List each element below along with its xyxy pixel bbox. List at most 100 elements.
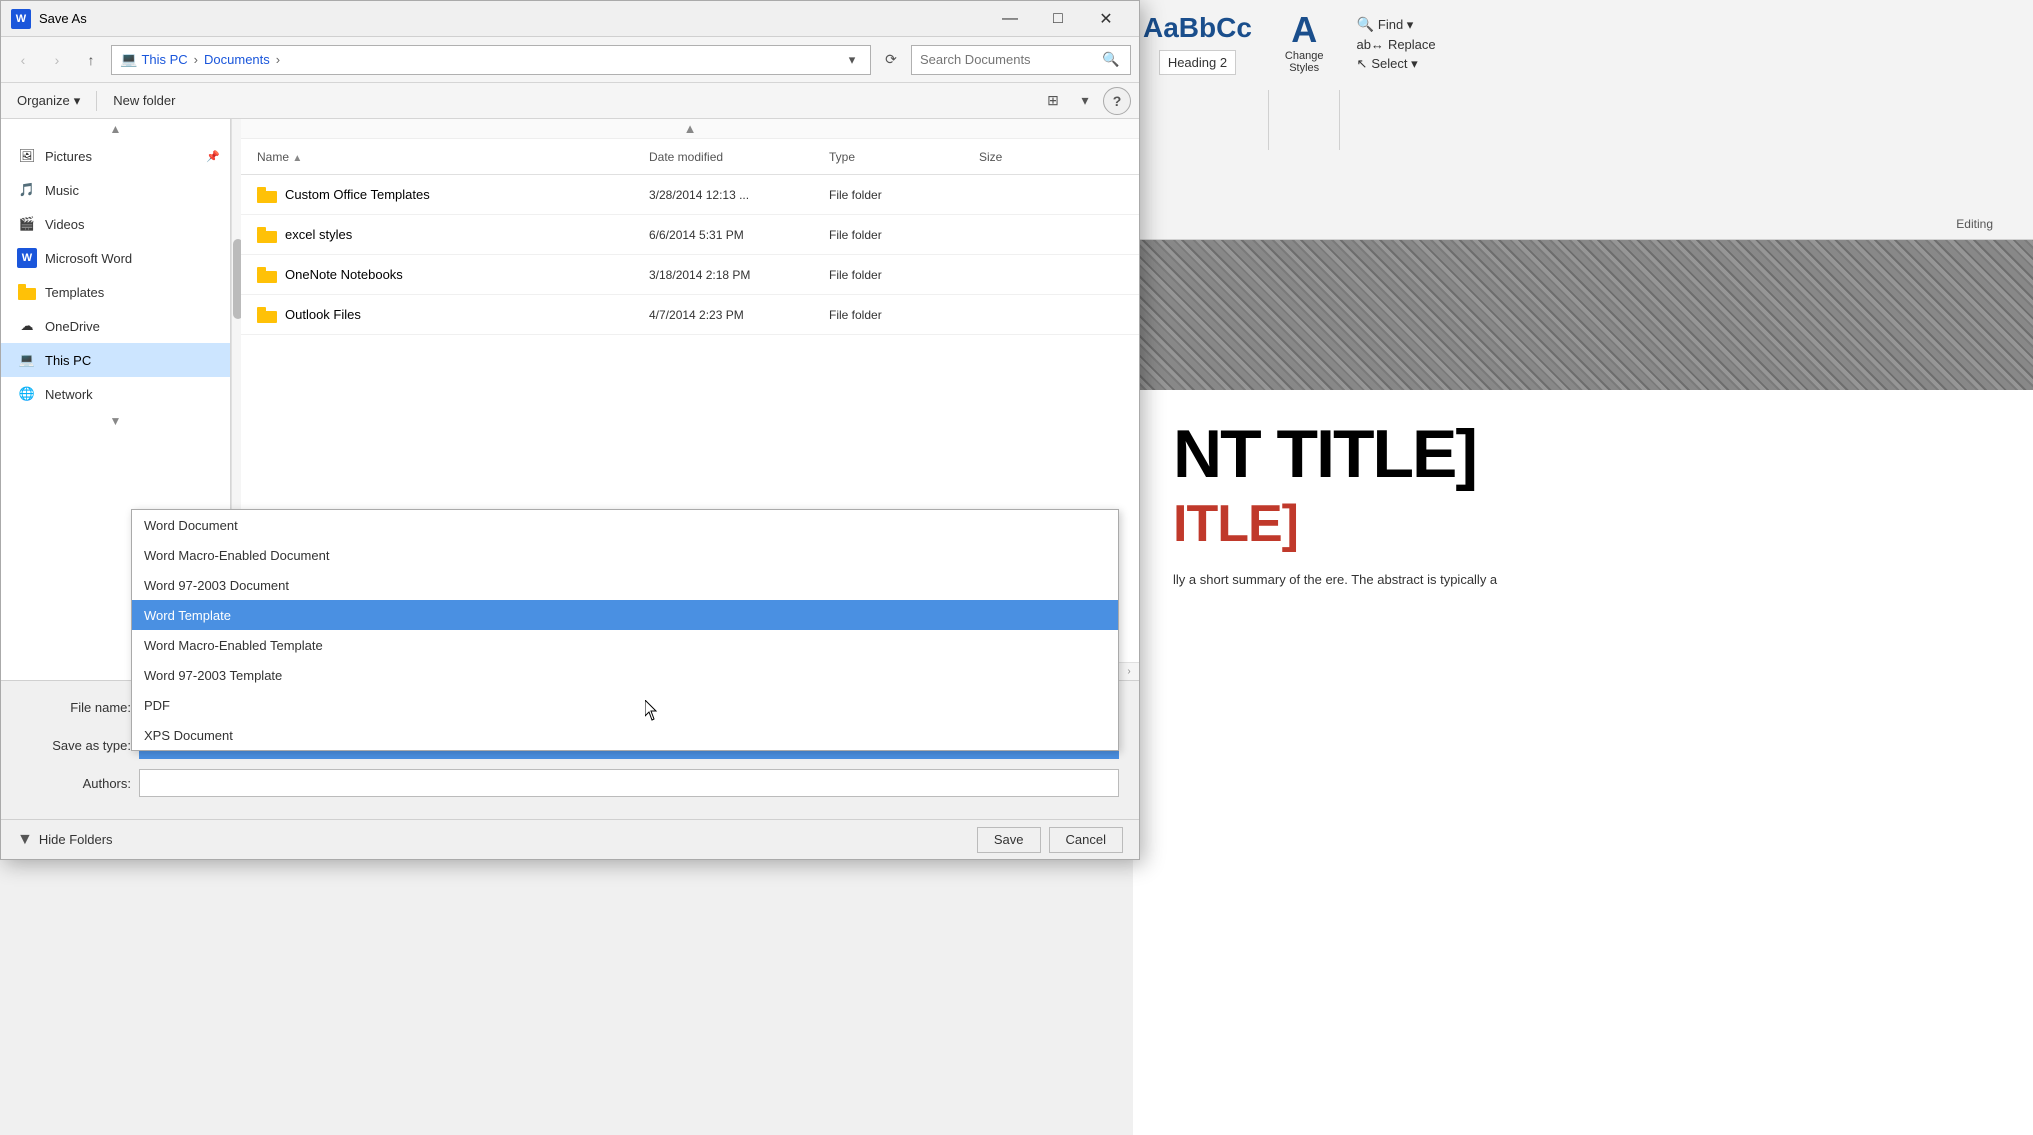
file-name: Outlook Files bbox=[285, 307, 361, 322]
sidebar-label-word: Microsoft Word bbox=[45, 251, 132, 266]
hide-folders-button[interactable]: ▼ Hide Folders bbox=[17, 831, 113, 849]
table-row[interactable]: Custom Office Templates 3/28/2014 12:13 … bbox=[241, 175, 1139, 215]
file-name-label: File name: bbox=[21, 700, 131, 715]
help-button[interactable]: ? bbox=[1103, 87, 1131, 115]
ribbon-select: ↖ Select ▾ bbox=[1356, 56, 1435, 72]
table-row[interactable]: OneNote Notebooks 3/18/2014 2:18 PM File… bbox=[241, 255, 1139, 295]
column-name[interactable]: Name ▲ bbox=[249, 150, 649, 164]
sidebar-item-templates[interactable]: Templates bbox=[1, 275, 230, 309]
dropdown-option-word-97-2003-template[interactable]: Word 97-2003 Template bbox=[132, 660, 1118, 690]
save-type-dropdown-list: Word Document Word Macro-Enabled Documen… bbox=[131, 509, 1119, 751]
videos-icon: 🎬 bbox=[17, 214, 37, 234]
save-button[interactable]: Save bbox=[977, 827, 1041, 853]
forward-button[interactable]: › bbox=[43, 46, 71, 74]
sidebar-item-network[interactable]: 🌐 Network bbox=[1, 377, 230, 411]
view-button[interactable]: ⊞ bbox=[1039, 88, 1067, 114]
this-pc-icon: 💻 bbox=[17, 350, 37, 370]
file-date: 4/7/2014 2:23 PM bbox=[649, 308, 829, 322]
file-name: Custom Office Templates bbox=[285, 187, 430, 202]
toolbar: Organize ▾ New folder ⊞ ▾ ? bbox=[1, 83, 1139, 119]
ribbon-replace: ab↔ Replace bbox=[1356, 37, 1435, 52]
window-controls: — □ ✕ bbox=[987, 4, 1129, 34]
sort-arrow: ▲ bbox=[292, 153, 302, 164]
dropdown-option-word-template[interactable]: Word Template bbox=[132, 600, 1118, 630]
file-type: File folder bbox=[829, 268, 979, 282]
view-dropdown-button[interactable]: ▾ bbox=[1071, 88, 1099, 114]
word-icon: W bbox=[11, 9, 31, 29]
sidebar-item-music[interactable]: 🎵 Music bbox=[1, 173, 230, 207]
file-type: File folder bbox=[829, 188, 979, 202]
file-name-cell: Outlook Files bbox=[249, 305, 649, 325]
back-button[interactable]: ‹ bbox=[9, 46, 37, 74]
file-date: 3/28/2014 12:13 ... bbox=[649, 188, 829, 202]
ribbon-editing: Editing bbox=[1956, 217, 1993, 231]
sidebar-label-videos: Videos bbox=[45, 217, 85, 232]
authors-label: Authors: bbox=[21, 776, 131, 791]
breadcrumb-pc-icon: 💻 bbox=[120, 51, 137, 68]
file-name: OneNote Notebooks bbox=[285, 267, 403, 282]
form-section: File name: ▾ Save as type: Word Document… bbox=[1, 680, 1139, 819]
dropdown-option-word-97-2003[interactable]: Word 97-2003 Document bbox=[132, 570, 1118, 600]
sidebar-item-onedrive[interactable]: ☁ OneDrive bbox=[1, 309, 230, 343]
organize-button[interactable]: Organize ▾ bbox=[9, 88, 88, 114]
file-name-cell: Custom Office Templates bbox=[249, 185, 649, 205]
sidebar-item-pictures[interactable]: 🖼 Pictures 📌 bbox=[1, 139, 230, 173]
dropdown-option-pdf[interactable]: PDF bbox=[132, 690, 1118, 720]
file-name-cell: OneNote Notebooks bbox=[249, 265, 649, 285]
word-image bbox=[1133, 240, 2033, 390]
folder-icon bbox=[257, 265, 277, 285]
breadcrumb-sep-2: › bbox=[276, 52, 280, 67]
word-ribbon: AaBbCc Heading 2 A Change Styles 🔍 Find … bbox=[1133, 0, 2033, 240]
doc-title-1: NT TITLE] bbox=[1173, 420, 1993, 488]
dropdown-option-macro-enabled[interactable]: Word Macro-Enabled Document bbox=[132, 540, 1118, 570]
word-sidebar-icon: W bbox=[17, 248, 37, 268]
sidebar-item-videos[interactable]: 🎬 Videos bbox=[1, 207, 230, 241]
close-button[interactable]: ✕ bbox=[1083, 4, 1129, 34]
cancel-button[interactable]: Cancel bbox=[1049, 827, 1123, 853]
breadcrumb: 💻 This PC › Documents › ▾ bbox=[111, 45, 871, 75]
sidebar-scroll-down[interactable]: ▼ bbox=[1, 411, 230, 431]
file-date: 3/18/2014 2:18 PM bbox=[649, 268, 829, 282]
save-type-label: Save as type: bbox=[21, 738, 131, 753]
search-input[interactable] bbox=[920, 52, 1096, 67]
sidebar-label-templates: Templates bbox=[45, 285, 104, 300]
up-button[interactable]: ↑ bbox=[77, 46, 105, 74]
authors-input[interactable] bbox=[139, 769, 1119, 797]
sidebar-item-this-pc[interactable]: 💻 This PC bbox=[1, 343, 230, 377]
music-icon: 🎵 bbox=[17, 180, 37, 200]
new-folder-button[interactable]: New folder bbox=[105, 88, 183, 114]
file-list-scroll-up[interactable]: ▲ bbox=[241, 119, 1139, 139]
pictures-icon: 🖼 bbox=[17, 146, 37, 166]
file-name-cell: excel styles bbox=[249, 225, 649, 245]
breadcrumb-documents[interactable]: Documents bbox=[204, 52, 270, 67]
column-type[interactable]: Type bbox=[829, 150, 979, 164]
file-date: 6/6/2014 5:31 PM bbox=[649, 228, 829, 242]
ribbon-aa: AaBbCc bbox=[1143, 12, 1252, 44]
breadcrumb-this-pc[interactable]: This PC bbox=[141, 52, 187, 67]
breadcrumb-dropdown[interactable]: ▾ bbox=[842, 46, 862, 74]
dropdown-option-xps[interactable]: XPS Document bbox=[132, 720, 1118, 750]
hscroll-right-btn[interactable]: › bbox=[1119, 666, 1139, 677]
table-row[interactable]: Outlook Files 4/7/2014 2:23 PM File fold… bbox=[241, 295, 1139, 335]
pin-icon-pictures: 📌 bbox=[206, 150, 220, 163]
refresh-button[interactable]: ⟳ bbox=[877, 46, 905, 74]
search-box: 🔍 bbox=[911, 45, 1131, 75]
column-size[interactable]: Size bbox=[979, 150, 1131, 164]
breadcrumb-sep-1: › bbox=[194, 52, 198, 67]
doc-body-text: lly a short summary of the ere. The abst… bbox=[1173, 570, 1993, 591]
sidebar-scroll-up[interactable]: ▲ bbox=[1, 119, 230, 139]
hide-folders-icon: ▼ bbox=[17, 831, 33, 849]
authors-row: Authors: bbox=[21, 769, 1119, 797]
minimize-button[interactable]: — bbox=[987, 4, 1033, 34]
maximize-button[interactable]: □ bbox=[1035, 4, 1081, 34]
search-button[interactable]: 🔍 bbox=[1100, 48, 1122, 72]
templates-icon bbox=[17, 282, 37, 302]
dialog-title: Save As bbox=[39, 11, 979, 26]
column-date-modified[interactable]: Date modified bbox=[649, 150, 829, 164]
dropdown-option-word-document[interactable]: Word Document bbox=[132, 510, 1118, 540]
network-icon: 🌐 bbox=[17, 384, 37, 404]
dropdown-option-macro-enabled-template[interactable]: Word Macro-Enabled Template bbox=[132, 630, 1118, 660]
table-row[interactable]: excel styles 6/6/2014 5:31 PM File folde… bbox=[241, 215, 1139, 255]
sidebar-item-microsoft-word[interactable]: W Microsoft Word bbox=[1, 241, 230, 275]
address-bar: ‹ › ↑ 💻 This PC › Documents › ▾ ⟳ 🔍 bbox=[1, 37, 1139, 83]
